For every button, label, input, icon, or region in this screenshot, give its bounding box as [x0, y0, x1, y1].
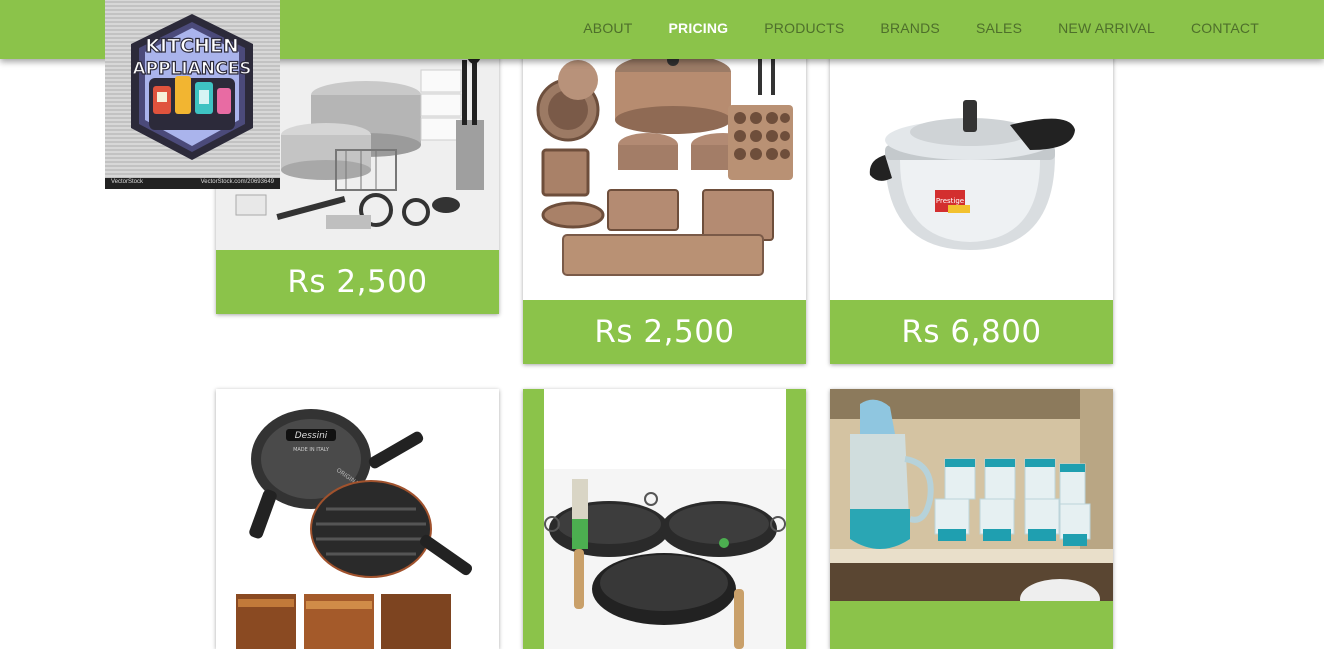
- price-label: Rs 2,500: [216, 250, 499, 314]
- nav-about[interactable]: ABOUT: [583, 20, 632, 36]
- wok-set-image: [544, 389, 786, 649]
- nav-menu: ABOUT PRICING PRODUCTS BRANDS SALES NEW …: [547, 0, 1259, 57]
- product-card[interactable]: [830, 389, 1113, 649]
- product-card[interactable]: Dessini MADE IN ITALY ORIGINAL: [216, 389, 499, 649]
- glass-jug-image: [830, 389, 1113, 601]
- site-logo[interactable]: KITCHEN APPLIANCES VectorStock VectorSto…: [105, 0, 280, 189]
- svg-text:APPLIANCES: APPLIANCES: [133, 59, 252, 79]
- svg-text:MADE IN ITALY: MADE IN ITALY: [293, 447, 330, 453]
- nav-new-arrival[interactable]: NEW ARRIVAL: [1058, 20, 1155, 36]
- svg-text:Dessini: Dessini: [295, 431, 328, 441]
- nav-pricing[interactable]: PRICING: [669, 20, 729, 36]
- price-label: Rs 6,800: [830, 300, 1113, 364]
- watermark-left: VectorStock: [111, 179, 144, 185]
- svg-text:KITCHEN: KITCHEN: [145, 35, 238, 57]
- svg-text:Prestige: Prestige: [936, 197, 964, 205]
- watermark-right: VectorStock.com/20693649: [200, 179, 274, 185]
- nav-brands[interactable]: BRANDS: [880, 20, 940, 36]
- logo-watermark-strip: VectorStock VectorStock.com/20693649: [105, 178, 280, 189]
- grill-pan-image: Dessini MADE IN ITALY ORIGINAL: [216, 389, 499, 649]
- nav-contact[interactable]: CONTACT: [1191, 20, 1259, 36]
- logo-badge-icon: KITCHEN APPLIANCES: [131, 14, 253, 160]
- product-card[interactable]: [523, 389, 806, 649]
- price-label: Rs 2,500: [523, 300, 806, 364]
- nav-products[interactable]: PRODUCTS: [764, 20, 844, 36]
- nav-sales[interactable]: SALES: [976, 20, 1022, 36]
